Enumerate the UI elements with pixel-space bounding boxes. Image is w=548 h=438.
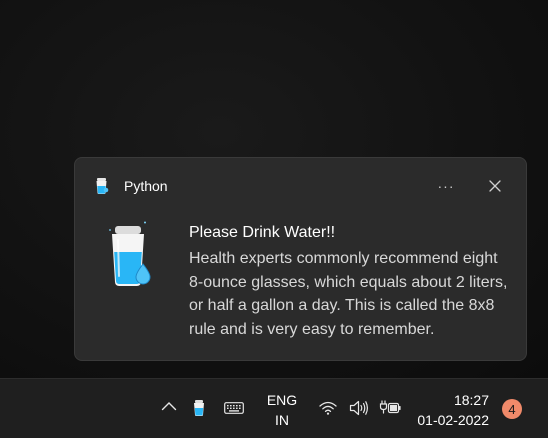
python-tray-icon — [194, 400, 204, 416]
show-hidden-icons-button[interactable] — [158, 395, 180, 417]
notification-center-badge[interactable]: 4 — [502, 399, 522, 419]
more-options-button[interactable]: ··· — [432, 172, 460, 200]
notification-header: Python ··· — [75, 158, 526, 214]
chevron-up-icon — [161, 402, 177, 411]
clock-time: 18:27 — [453, 392, 489, 408]
language-region: IN — [275, 412, 289, 428]
close-icon — [489, 180, 501, 192]
language-indicator[interactable]: ENG IN — [262, 390, 302, 430]
clock-date: 01-02-2022 — [417, 412, 489, 428]
notification-toast[interactable]: Python ··· Please Drink Water!! Health e… — [74, 157, 527, 361]
water-glass-icon — [109, 221, 151, 286]
more-options-icon: ··· — [437, 178, 455, 194]
volume-icon — [349, 400, 368, 416]
notification-title: Please Drink Water!! — [189, 224, 336, 241]
notification-body: Health experts commonly recommend eight … — [189, 250, 508, 338]
battery-icon — [379, 400, 401, 414]
python-tray-button[interactable] — [189, 397, 209, 419]
keyboard-icon — [224, 402, 244, 414]
taskbar: ENG IN 18:27 01-02-2022 4 — [0, 378, 548, 438]
volume-button[interactable] — [347, 398, 371, 418]
battery-button[interactable] — [377, 398, 403, 418]
wifi-icon — [319, 401, 337, 415]
network-button[interactable] — [318, 398, 338, 418]
app-name: Python — [124, 178, 168, 194]
clock[interactable]: 18:27 01-02-2022 — [413, 390, 489, 430]
close-button[interactable] — [481, 172, 509, 200]
language-code: ENG — [266, 392, 298, 408]
water-glass-icon — [96, 178, 109, 194]
touch-keyboard-button[interactable] — [222, 397, 246, 419]
